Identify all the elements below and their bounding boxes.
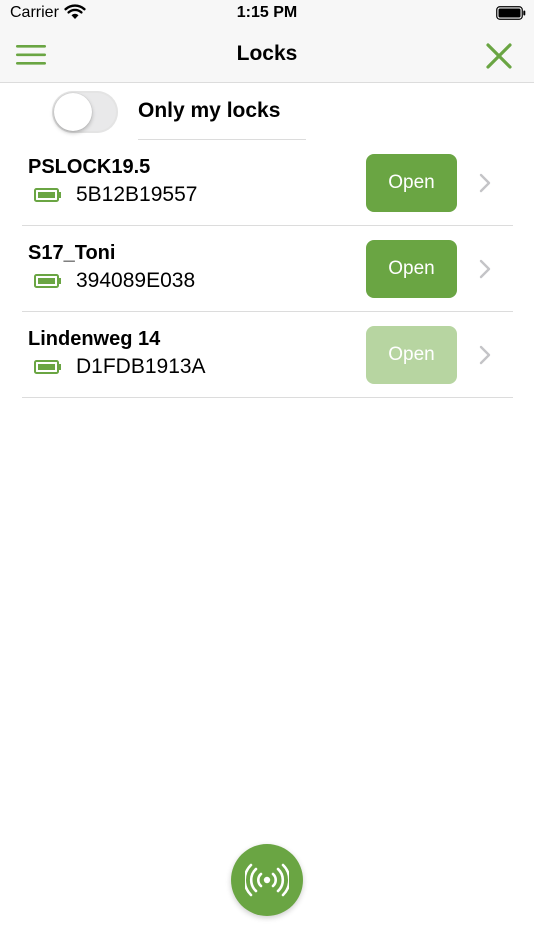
battery-icon bbox=[496, 6, 526, 20]
open-lock-button-disabled[interactable]: Open bbox=[366, 326, 457, 384]
lock-id: D1FDB1913A bbox=[76, 355, 206, 378]
lock-name: Lindenweg 14 bbox=[28, 328, 161, 350]
lock-name: PSLOCK19.5 bbox=[28, 156, 151, 178]
lock-row[interactable]: S17_Toni 394089E038 Open bbox=[22, 226, 513, 312]
toggle-knob bbox=[54, 93, 92, 131]
only-my-locks-label: Only my locks bbox=[138, 99, 281, 122]
filter-row: Only my locks bbox=[0, 83, 534, 141]
open-lock-button[interactable]: Open bbox=[366, 240, 457, 298]
status-bar: Carrier 1:15 PM bbox=[0, 0, 534, 28]
lock-id: 5B12B19557 bbox=[76, 183, 198, 206]
status-time: 1:15 PM bbox=[236, 4, 298, 21]
lock-row[interactable]: PSLOCK19.5 5B12B19557 Open bbox=[22, 140, 513, 226]
chevron-right-icon bbox=[479, 259, 491, 279]
lock-list: PSLOCK19.5 5B12B19557 Open S17_Toni 3940… bbox=[0, 140, 534, 398]
only-my-locks-toggle[interactable] bbox=[52, 91, 118, 133]
battery-full-icon bbox=[34, 274, 61, 288]
chevron-right-icon bbox=[479, 173, 491, 193]
lock-id: 394089E038 bbox=[76, 269, 196, 292]
navigation-bar: Locks bbox=[0, 28, 534, 83]
chevron-right-icon bbox=[479, 345, 491, 365]
battery-full-icon bbox=[34, 188, 61, 202]
open-lock-button[interactable]: Open bbox=[366, 154, 457, 212]
battery-full-icon bbox=[34, 360, 61, 374]
scan-button[interactable] bbox=[231, 844, 303, 916]
radio-waves-icon bbox=[245, 863, 289, 897]
page-title: Locks bbox=[236, 42, 298, 65]
lock-row[interactable]: Lindenweg 14 D1FDB1913A Open bbox=[22, 312, 513, 398]
close-x-icon[interactable] bbox=[484, 41, 514, 71]
lock-name: S17_Toni bbox=[28, 242, 116, 264]
